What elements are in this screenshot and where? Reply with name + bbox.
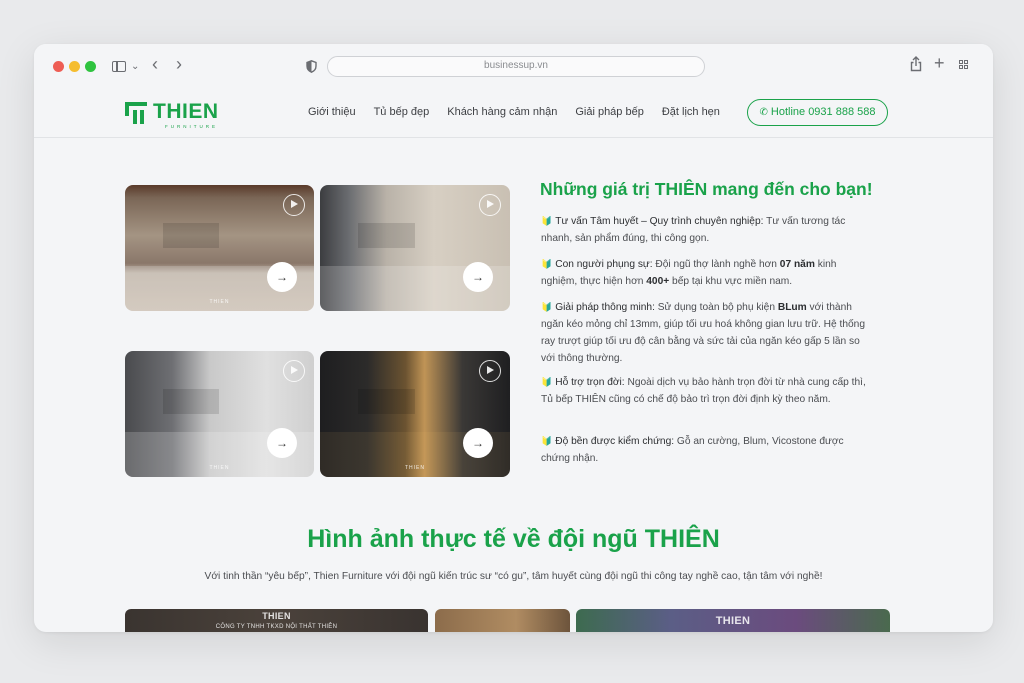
logo-text: THIEN	[153, 100, 219, 123]
play-icon[interactable]	[479, 194, 501, 216]
forward-icon[interactable]: ›	[176, 55, 182, 73]
team-photo-logo: THIEN	[715, 615, 751, 627]
site-header: THIEN FURNITURE Giới thiệu Tủ bếp đẹp Kh…	[34, 88, 993, 138]
play-icon[interactable]	[283, 194, 305, 216]
main-nav: Giới thiệu Tủ bếp đẹp Khách hàng cảm nhậ…	[308, 106, 738, 118]
phone-icon: ✆	[759, 107, 768, 118]
play-icon[interactable]	[479, 360, 501, 382]
sidebar-toggle-icon[interactable]	[112, 61, 126, 72]
tab-overview-icon[interactable]	[959, 60, 971, 70]
arrow-right-button[interactable]: →	[267, 428, 297, 458]
team-photo-3[interactable]: THIEN	[576, 609, 890, 632]
kitchen-photo-3[interactable]: → THIEN	[125, 351, 314, 477]
browser-window: ⌄ ‹ › businessup.vn + THIEN FURNITURE Gi…	[34, 44, 993, 632]
close-window-button[interactable]	[53, 61, 64, 72]
new-tab-icon[interactable]: +	[934, 54, 945, 72]
arrow-right-button[interactable]: →	[463, 428, 493, 458]
logo-mark-icon	[125, 102, 147, 124]
nav-tu-bep-dep[interactable]: Tủ bếp đẹp	[374, 106, 430, 118]
hotline-label: Hotline 0931 888 588	[770, 106, 876, 118]
nav-dat-lich-hen[interactable]: Đặt lịch hẹn	[662, 106, 720, 118]
team-photo-logo: THIEN	[262, 611, 291, 621]
nav-gioi-thieu[interactable]: Giới thiệu	[308, 106, 356, 118]
photo-watermark: THIEN	[209, 299, 230, 305]
browser-toolbar: ⌄ ‹ › businessup.vn +	[34, 44, 993, 88]
nav-khach-hang-cam-nhan[interactable]: Khách hàng cảm nhận	[447, 106, 557, 118]
address-bar[interactable]: businessup.vn	[327, 56, 705, 77]
kitchen-photo-1[interactable]: → THIEN	[125, 185, 314, 311]
team-photo-caption: CÔNG TY TNHH TKXD NỘI THẤT THIÊN	[215, 624, 338, 630]
photo-watermark: THIEN	[405, 465, 425, 471]
play-icon[interactable]	[283, 360, 305, 382]
arrow-right-button[interactable]: →	[267, 262, 297, 292]
photo-watermark: THIEN	[209, 465, 230, 471]
chevron-down-icon[interactable]: ⌄	[131, 58, 139, 76]
kitchen-photo-4[interactable]: → THIEN	[320, 351, 510, 477]
hotline-button[interactable]: ✆ Hotline 0931 888 588	[747, 99, 888, 126]
team-photo-1[interactable]: THIEN CÔNG TY TNHH TKXD NỘI THẤT THIÊN	[125, 609, 428, 632]
arrow-right-button[interactable]: →	[463, 262, 493, 292]
minimize-window-button[interactable]	[69, 61, 80, 72]
shield-icon[interactable]	[306, 60, 317, 73]
logo-subtext: FURNITURE	[165, 124, 218, 129]
kitchen-photo-2[interactable]: →	[320, 185, 510, 311]
team-photo-2[interactable]	[435, 609, 570, 632]
nav-giai-phap-bep[interactable]: Giải pháp bếp	[575, 106, 644, 118]
share-icon[interactable]	[910, 56, 922, 72]
back-icon[interactable]: ‹	[152, 55, 158, 73]
thien-logo[interactable]: THIEN FURNITURE	[125, 100, 235, 129]
maximize-window-button[interactable]	[85, 61, 96, 72]
